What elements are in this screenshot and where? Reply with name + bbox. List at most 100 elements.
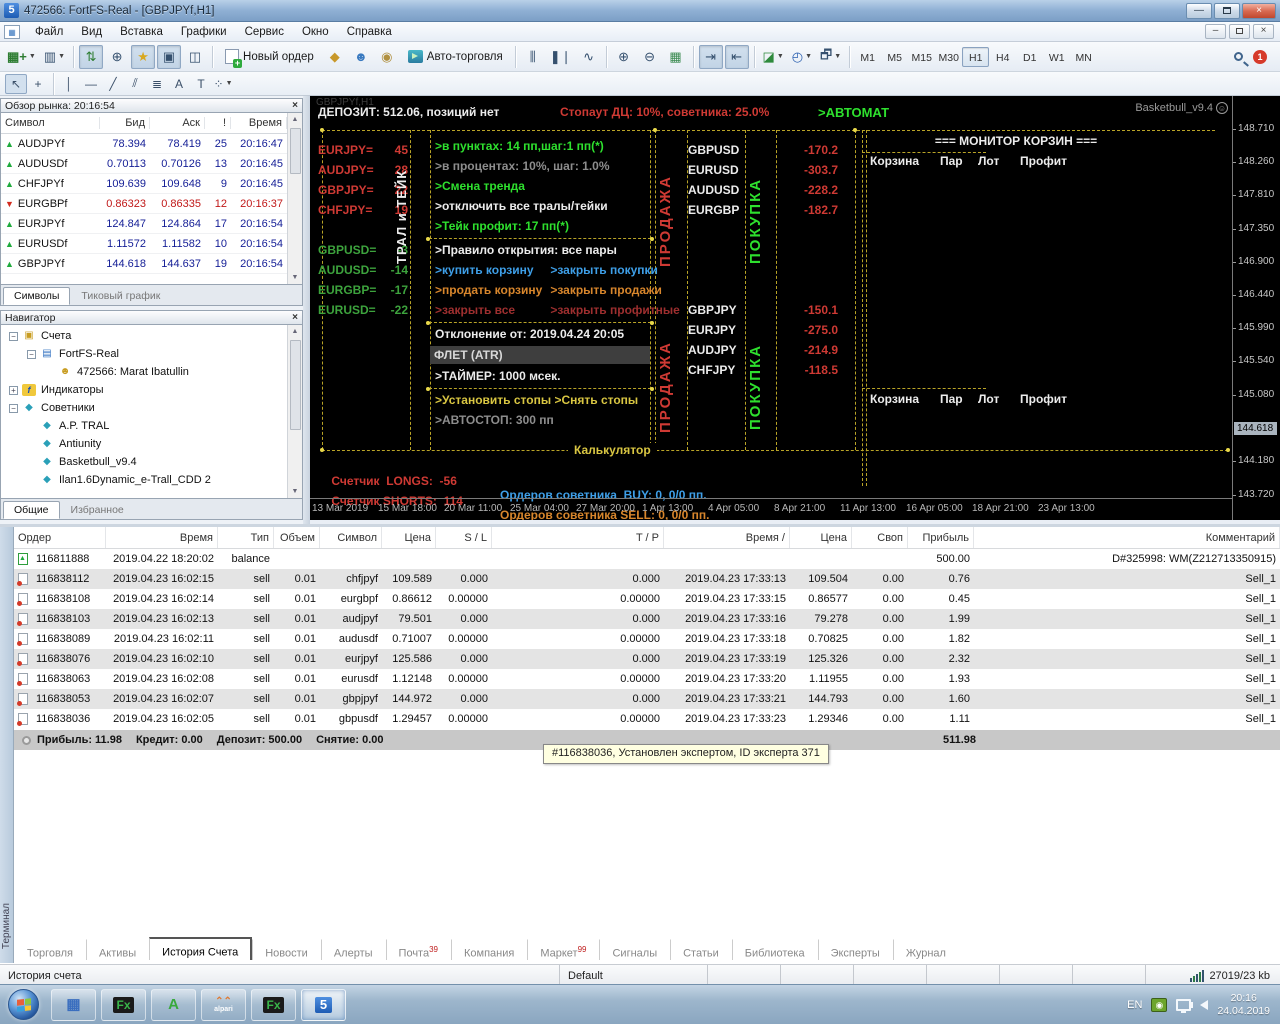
- tab-tick-chart[interactable]: Тиковый график: [70, 287, 171, 305]
- terminal-toggle[interactable]: ▣: [157, 44, 182, 69]
- ea-menu-item[interactable]: >в процентах: 10%, шаг: 1.0%: [432, 156, 648, 176]
- taskbar-app-button[interactable]: Fx: [251, 988, 296, 1021]
- crosshair-button[interactable]: +: [27, 74, 49, 94]
- history-row[interactable]: 116838108 2019.04.23 16:02:14 sell 0.01 …: [14, 589, 1280, 609]
- candlestick-button[interactable]: ❚❘: [547, 45, 575, 69]
- market-watch-row[interactable]: EURJPYf 124.847 124.864 17 20:16:54: [1, 214, 287, 234]
- mdi-restore-button[interactable]: [1229, 24, 1250, 39]
- navigator-scrollbar[interactable]: ▲ ▼: [287, 325, 302, 498]
- ea-automat-button[interactable]: >АВТОМАТ: [818, 105, 889, 120]
- signals-broadcast-button[interactable]: ◉: [375, 45, 399, 69]
- arrows-button[interactable]: ⁘ ▼: [212, 74, 234, 94]
- scroll-up-icon[interactable]: ▲: [292, 325, 299, 338]
- timeframe-button[interactable]: M30: [935, 47, 962, 67]
- timeframe-button[interactable]: H1: [962, 46, 990, 67]
- market-watch-row[interactable]: CHFJPYf 109.639 109.648 9 20:16:45: [1, 174, 287, 194]
- history-row[interactable]: 116838076 2019.04.23 16:02:10 sell 0.01 …: [14, 649, 1280, 669]
- tree-expander[interactable]: [27, 440, 36, 449]
- timeframe-button[interactable]: M5: [881, 47, 908, 67]
- ea-action-left[interactable]: >закрыть все: [435, 300, 547, 320]
- ea-menu-item[interactable]: >в пунктах: 14 пп,шаг:1 пп(*): [432, 136, 648, 156]
- ea-menu-item[interactable]: >Тейк профит: 17 пп(*): [432, 216, 648, 236]
- taskbar-app-button[interactable]: A: [151, 988, 196, 1021]
- language-indicator[interactable]: EN: [1127, 999, 1142, 1011]
- tree-expander[interactable]: −: [9, 403, 18, 413]
- ea-menu-item[interactable]: >отключить все тралы/тейки: [432, 196, 648, 216]
- close-icon[interactable]: ×: [292, 100, 298, 111]
- column-tp[interactable]: T / P: [492, 527, 664, 548]
- taskbar-app-button[interactable]: ▦: [51, 988, 96, 1021]
- ea-menu-item[interactable]: >купить корзину >закрыть покупки: [432, 260, 658, 280]
- menu-item[interactable]: Окно: [293, 24, 338, 40]
- trendline-button[interactable]: ╱: [102, 74, 124, 94]
- tree-item[interactable]: ☻ 472566: Marat Ibatullin: [1, 363, 287, 381]
- tree-item[interactable]: − ▤ FortFS-Real: [1, 345, 287, 363]
- tree-item[interactable]: ◆ A.P. TRAL: [1, 417, 287, 435]
- text-button[interactable]: A: [168, 74, 190, 94]
- line-chart-button[interactable]: ∿: [577, 45, 601, 69]
- column-symbol[interactable]: Символ: [1, 117, 100, 129]
- history-row[interactable]: 116838103 2019.04.23 16:02:13 sell 0.01 …: [14, 609, 1280, 629]
- ea-menu-item[interactable]: >АВТОСТОП: 300 пп: [432, 410, 648, 430]
- ea-menu-item[interactable]: >Установить стопы >Снять стопы: [432, 390, 648, 410]
- taskbar-app-button[interactable]: Fx: [101, 988, 146, 1021]
- maximize-button[interactable]: [1214, 2, 1240, 19]
- tree-expander[interactable]: −: [9, 331, 18, 341]
- scroll-up-icon[interactable]: ▲: [292, 113, 299, 126]
- ea-menu-item[interactable]: >Правило открытия: все пары: [432, 240, 648, 260]
- templates-button[interactable]: 🗗 ▼: [817, 45, 844, 69]
- tree-item[interactable]: ◆ Antiunity: [1, 435, 287, 453]
- history-row[interactable]: 116838089 2019.04.23 16:02:11 sell 0.01 …: [14, 629, 1280, 649]
- tree-expander[interactable]: [27, 458, 36, 467]
- column-open-time[interactable]: Время: [106, 527, 218, 548]
- timeframe-button[interactable]: MN: [1070, 47, 1097, 67]
- strategy-tester-button[interactable]: ◫: [183, 45, 207, 69]
- market-watch-row[interactable]: GBPJPYf 144.618 144.637 19 20:16:54: [1, 254, 287, 274]
- column-volume[interactable]: Объем: [274, 527, 320, 548]
- market-watch-scrollbar[interactable]: ▲ ▼: [287, 113, 302, 284]
- tab-favorites[interactable]: Избранное: [60, 501, 135, 519]
- tile-windows-button[interactable]: ▦: [664, 45, 688, 69]
- column-swap[interactable]: Своп: [852, 527, 908, 548]
- bar-chart-button[interactable]: ⫼: [521, 45, 545, 69]
- menu-item[interactable]: Файл: [26, 24, 72, 40]
- column-close-price[interactable]: Цена: [790, 527, 852, 548]
- terminal-tab[interactable]: Активы: [85, 939, 149, 960]
- timeframe-button[interactable]: M1: [854, 47, 881, 67]
- menu-item[interactable]: Графики: [172, 24, 236, 40]
- history-table-header[interactable]: Ордер Время Тип Объем Символ Цена S / L …: [14, 527, 1280, 549]
- terminal-tab[interactable]: Торговля: [14, 939, 86, 960]
- vertical-line-button[interactable]: │: [58, 74, 80, 94]
- scroll-down-icon[interactable]: ▼: [292, 485, 299, 498]
- market-watch-header[interactable]: Символ Бид Аск ! Время: [1, 113, 287, 134]
- new-order-button[interactable]: Новый ордер: [218, 45, 321, 69]
- terminal-tab[interactable]: Почта39: [385, 939, 451, 960]
- terminal-tab[interactable]: Компания: [450, 939, 527, 960]
- column-symbol[interactable]: Символ: [320, 527, 382, 548]
- column-time[interactable]: Время: [231, 117, 287, 129]
- timeframe-button[interactable]: M15: [908, 47, 935, 67]
- timeframe-button[interactable]: D1: [1016, 47, 1043, 67]
- market-watch-row[interactable]: EURGBPf 0.86323 0.86335 12 20:16:37: [1, 194, 287, 214]
- profiles-button[interactable]: ▥ ▼: [41, 45, 68, 69]
- tree-expander[interactable]: [45, 368, 54, 377]
- timeframe-button[interactable]: H4: [989, 47, 1016, 67]
- history-row[interactable]: 116838036 2019.04.23 16:02:05 sell 0.01 …: [14, 709, 1280, 729]
- market-watch-row[interactable]: AUDUSDf 0.70113 0.70126 13 20:16:45: [1, 154, 287, 174]
- tray-clock[interactable]: 20:16 24.04.2019: [1217, 992, 1270, 1018]
- column-bid[interactable]: Бид: [100, 117, 150, 129]
- chart-window[interactable]: GBPJPYf,H1 ДЕПОЗИТ: 512.06, позиций нет …: [310, 96, 1280, 520]
- metaeditor-button[interactable]: ◆: [323, 45, 347, 69]
- ea-action-left[interactable]: >купить корзину: [435, 260, 547, 280]
- scrollbar-thumb[interactable]: [289, 340, 301, 430]
- terminal-tab[interactable]: Маркет99: [527, 939, 599, 960]
- taskbar-app-button[interactable]: ⌃⌃ alpari: [201, 988, 246, 1021]
- column-comment[interactable]: Комментарий: [974, 527, 1280, 548]
- search-icon[interactable]: [1234, 52, 1243, 61]
- terminal-tab[interactable]: Алерты: [320, 939, 386, 960]
- ea-menu-item[interactable]: >Смена тренда: [432, 176, 648, 196]
- market-watch-row[interactable]: EURUSDf 1.11572 1.11582 10 20:16:54: [1, 234, 287, 254]
- menu-item[interactable]: Вставка: [111, 24, 172, 40]
- menu-item[interactable]: Вид: [72, 24, 111, 40]
- ea-action-left[interactable]: >продать корзину: [435, 280, 547, 300]
